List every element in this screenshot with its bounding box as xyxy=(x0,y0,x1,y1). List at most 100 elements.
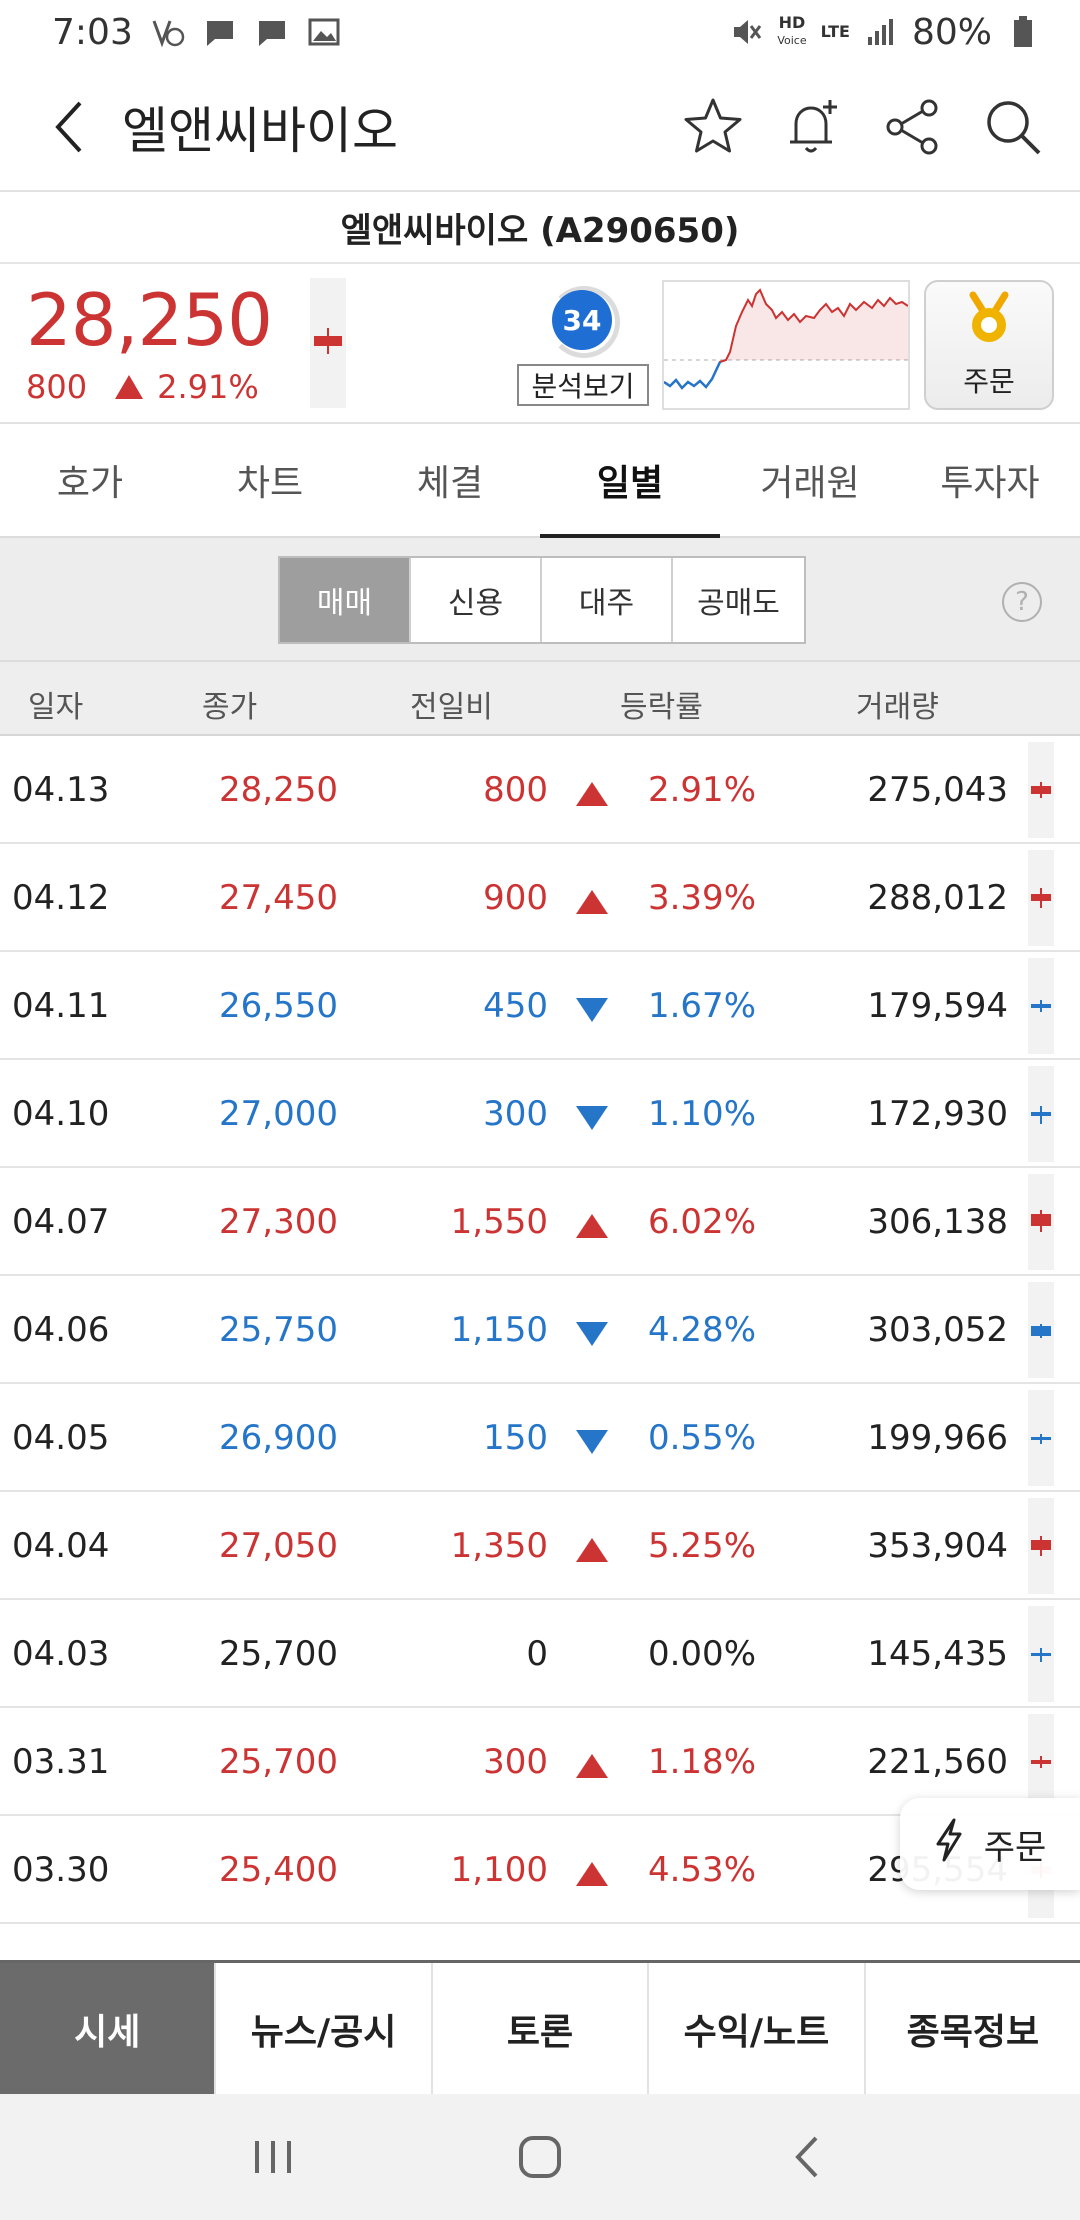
chat-icon-2 xyxy=(255,15,289,49)
segment-loan[interactable]: 대주 xyxy=(542,558,673,642)
nav-stock-info[interactable]: 종목정보 xyxy=(866,1963,1080,2094)
tab-chart[interactable]: 차트 xyxy=(180,424,360,536)
row-candle-icon xyxy=(1028,742,1054,838)
row-date: 04.11 xyxy=(12,986,110,1026)
order-button[interactable]: 주문 xyxy=(924,280,1054,410)
bell-add-icon[interactable] xyxy=(780,94,846,160)
row-date: 04.10 xyxy=(12,1094,110,1134)
segment-trade[interactable]: 매매 xyxy=(280,558,411,642)
row-diff: 1,100 xyxy=(450,1850,548,1890)
volte-icon xyxy=(151,15,185,49)
analysis-score-badge[interactable]: 34 xyxy=(552,290,612,350)
row-close: 26,550 xyxy=(219,986,338,1026)
search-icon[interactable] xyxy=(980,94,1046,160)
tab-brokers[interactable]: 거래원 xyxy=(720,424,900,536)
nav-discussion[interactable]: 토론 xyxy=(433,1963,650,2094)
direction-triangle-icon xyxy=(576,1106,608,1130)
row-candle-icon xyxy=(1028,850,1054,946)
share-icon[interactable] xyxy=(880,94,946,160)
row-close: 25,750 xyxy=(219,1310,338,1350)
mute-icon xyxy=(729,15,763,49)
gallery-icon xyxy=(307,15,341,49)
row-candle-icon xyxy=(1028,958,1054,1054)
analysis-button[interactable]: 분석보기 xyxy=(517,364,649,406)
row-volume: 145,435 xyxy=(867,1634,1008,1674)
row-diff: 1,350 xyxy=(450,1526,548,1566)
segmented-control: 매매 신용 대주 공매도 xyxy=(278,556,806,644)
hd-voice-icon: HD Voice xyxy=(777,13,807,48)
lte-icon: LTE xyxy=(820,22,850,41)
home-icon[interactable] xyxy=(510,2127,570,2187)
daily-price-table: 04.13 28,250 800 2.91% 275,043 04.12 27,… xyxy=(0,736,1080,1924)
row-rate: 1.10% xyxy=(647,1094,756,1134)
row-close: 27,000 xyxy=(219,1094,338,1134)
recent-apps-icon[interactable] xyxy=(243,2127,303,2187)
row-rate: 5.25% xyxy=(647,1526,756,1566)
bottom-nav: 시세 뉴스/공시 토론 수익/노트 종목정보 xyxy=(0,1960,1080,2094)
table-row[interactable]: 04.06 25,750 1,150 4.28% 303,052 xyxy=(0,1276,1080,1384)
up-triangle-icon xyxy=(115,375,144,399)
table-row[interactable]: 04.04 27,050 1,350 5.25% 353,904 xyxy=(0,1492,1080,1600)
row-volume: 306,138 xyxy=(867,1202,1008,1242)
status-bar: 7:03 HD Voice LTE 80% xyxy=(0,0,1080,64)
row-diff: 300 xyxy=(483,1742,548,1782)
row-candle-icon xyxy=(1028,1174,1054,1270)
back-arrow-icon[interactable] xyxy=(40,97,100,157)
header-rate: 등락률 xyxy=(620,690,703,725)
change-rate: 2.91% xyxy=(157,368,259,406)
table-row[interactable]: 04.11 26,550 450 1.67% 179,594 xyxy=(0,952,1080,1060)
floating-order-button[interactable]: 주문 xyxy=(900,1798,1080,1890)
segment-area: 매매 신용 대주 공매도 ? xyxy=(0,538,1080,662)
star-icon[interactable] xyxy=(680,94,746,160)
table-row[interactable]: 04.13 28,250 800 2.91% 275,043 xyxy=(0,736,1080,844)
help-icon[interactable]: ? xyxy=(1002,582,1042,622)
tab-trades[interactable]: 체결 xyxy=(360,424,540,536)
tab-orderbook[interactable]: 호가 xyxy=(0,424,180,536)
intraday-sparkline[interactable] xyxy=(662,280,910,410)
row-rate: 4.28% xyxy=(647,1310,756,1350)
row-candle-icon xyxy=(1028,1066,1054,1162)
table-row[interactable]: 04.05 26,900 150 0.55% 199,966 xyxy=(0,1384,1080,1492)
header-diff: 전일비 xyxy=(410,690,493,725)
nav-quotes[interactable]: 시세 xyxy=(0,1963,217,2094)
page-title: 엘앤씨바이오 xyxy=(122,102,398,160)
stock-name-bar: 엘앤씨바이오 (A290650) xyxy=(0,192,1080,264)
row-volume: 288,012 xyxy=(867,878,1008,918)
tab-investors[interactable]: 투자자 xyxy=(900,424,1080,536)
row-rate: 0.00% xyxy=(647,1634,756,1674)
segment-short-sale[interactable]: 공매도 xyxy=(673,558,804,642)
table-row[interactable]: 04.12 27,450 900 3.39% 288,012 xyxy=(0,844,1080,952)
row-rate: 1.67% xyxy=(647,986,756,1026)
row-date: 04.04 xyxy=(12,1526,110,1566)
nav-news[interactable]: 뉴스/공시 xyxy=(216,1963,433,2094)
app-header: 엘앤씨바이오 xyxy=(0,64,1080,192)
signal-icon xyxy=(864,15,898,49)
row-candle-icon xyxy=(1028,1606,1054,1702)
current-price: 28,250 xyxy=(26,278,273,362)
table-row[interactable]: 04.10 27,000 300 1.10% 172,930 xyxy=(0,1060,1080,1168)
row-volume: 179,594 xyxy=(867,986,1008,1026)
direction-triangle-icon xyxy=(576,1538,608,1562)
row-date: 04.07 xyxy=(12,1202,110,1242)
direction-triangle-icon xyxy=(576,998,608,1022)
lightning-icon xyxy=(934,1818,964,1871)
status-time: 7:03 xyxy=(52,11,133,53)
row-close: 27,300 xyxy=(219,1202,338,1242)
row-volume: 275,043 xyxy=(867,770,1008,810)
change-amount: 800 xyxy=(26,368,88,406)
system-nav-bar xyxy=(0,2094,1080,2220)
table-row[interactable]: 04.03 25,700 0 0.00% 145,435 xyxy=(0,1600,1080,1708)
segment-credit[interactable]: 신용 xyxy=(411,558,542,642)
medal-icon xyxy=(963,291,1015,354)
tab-daily[interactable]: 일별 xyxy=(540,424,720,538)
nav-profit-notes[interactable]: 수익/노트 xyxy=(649,1963,866,2094)
table-row[interactable]: 04.07 27,300 1,550 6.02% 306,138 xyxy=(0,1168,1080,1276)
row-date: 03.30 xyxy=(12,1850,110,1890)
battery-percent: 80% xyxy=(911,11,992,53)
row-date: 04.12 xyxy=(12,878,110,918)
battery-icon xyxy=(1006,15,1040,49)
row-rate: 4.53% xyxy=(647,1850,756,1890)
row-volume: 221,560 xyxy=(867,1742,1008,1782)
row-close: 27,450 xyxy=(219,878,338,918)
system-back-icon[interactable] xyxy=(777,2127,837,2187)
